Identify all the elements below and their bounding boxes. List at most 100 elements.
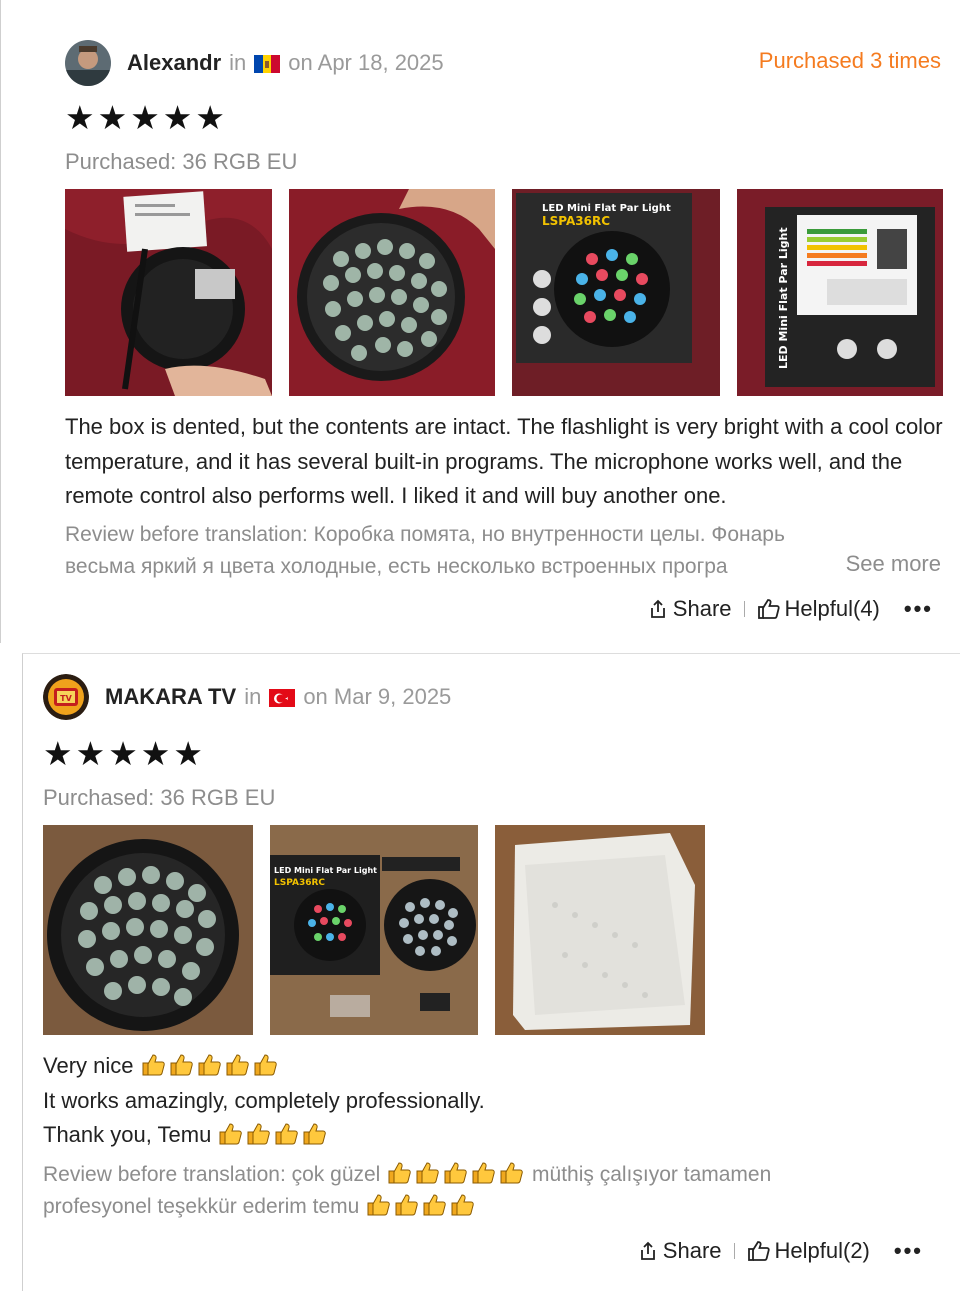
thumbs-up-emoji: [275, 1123, 299, 1145]
purchased-times: Purchased 3 times: [758, 48, 941, 73]
original-line-text: profesyonel teşekkür ederim temu: [43, 1194, 360, 1218]
review-photo[interactable]: [289, 189, 495, 396]
purchased-variant: Purchased: 36 RGB EU: [43, 785, 276, 810]
thumbs-up-emoji: [472, 1162, 495, 1184]
thumbs-up-emoji: [254, 1054, 277, 1076]
review-line-text: Very nice: [43, 1053, 134, 1078]
review-text: The box is dented, but the contents are …: [65, 414, 943, 508]
original-line-text: Review before translation: çok güzel: [43, 1163, 381, 1186]
thumbs-up-emoji-group: [217, 1122, 329, 1147]
svg-text:LED Mini Flat Par Light: LED Mini Flat Par Light: [542, 203, 671, 214]
thumbs-up-emoji: [388, 1162, 411, 1184]
review-date: on Mar 9, 2025: [303, 684, 452, 709]
thumbs-up-emoji: [226, 1054, 249, 1076]
star-icon: ★: [173, 735, 203, 772]
review-card: TV MAKARA TV in on Mar 9, 2025 ★ ★ ★ ★ ★…: [22, 653, 960, 1291]
svg-text:TV: TV: [60, 694, 72, 703]
star-rating: ★ ★ ★ ★ ★: [43, 737, 203, 770]
review-photos: LED Mini Flat Par Light LSPA36RC: [43, 825, 705, 1035]
star-icon: ★: [75, 735, 106, 772]
review-photos: LED Mini Flat Par Light LSPA36RC: [65, 189, 943, 396]
original-line: profesyonel teşekkür ederim temu: [43, 1191, 923, 1223]
review-line: It works amazingly, completely professio…: [43, 1087, 485, 1113]
share-icon: [650, 599, 665, 618]
review-text: Very nice It works amazingly, completely…: [43, 1049, 923, 1153]
more-icon[interactable]: •••: [894, 1238, 923, 1264]
see-more-link[interactable]: See more: [823, 551, 941, 577]
thumbs-up-emoji: [451, 1193, 474, 1215]
turkey-flag-icon: [269, 688, 296, 707]
helpful-button[interactable]: Helpful(2): [747, 1238, 870, 1264]
star-icon: ★: [108, 735, 138, 772]
star-icon: ★: [162, 99, 193, 136]
purchased-variant: Purchased: 36 RGB EU: [65, 149, 298, 174]
thumbs-up-emoji: [367, 1193, 390, 1215]
star-rating: ★ ★ ★ ★ ★: [65, 101, 225, 134]
reviewer-name[interactable]: MAKARA TV: [105, 684, 236, 710]
share-icon: [640, 1241, 655, 1260]
review-photo[interactable]: LED Mini Flat Par Light: [737, 189, 943, 396]
thumbs-up-emoji: [500, 1162, 523, 1184]
thumbs-up-emoji: [142, 1054, 165, 1076]
thumbs-up-emoji: [444, 1162, 467, 1184]
star-icon: ★: [195, 99, 225, 136]
share-button[interactable]: Share: [647, 596, 732, 622]
star-icon: ★: [130, 99, 160, 136]
thumbs-up-emoji: [395, 1193, 418, 1215]
review-line: Thank you, Temu: [43, 1118, 923, 1153]
divider: [0, 643, 960, 653]
star-icon: ★: [43, 735, 73, 772]
reviewer-name[interactable]: Alexandr: [127, 50, 221, 76]
star-icon: ★: [65, 99, 95, 136]
svg-text:LED Mini Flat Par Light: LED Mini Flat Par Light: [777, 227, 790, 369]
thumbs-up-emoji-group: [386, 1162, 526, 1186]
share-label: Share: [662, 1238, 722, 1263]
original-review-text: Review before translation: Коробка помят…: [65, 519, 945, 582]
in-label: in: [229, 50, 247, 75]
divider: [743, 601, 745, 617]
avatar[interactable]: [65, 40, 111, 86]
divider: [733, 1243, 735, 1259]
thumbs-up-emoji: [198, 1054, 221, 1076]
review-date: on Apr 18, 2025: [288, 50, 444, 75]
review-photo[interactable]: [495, 825, 705, 1035]
review-line: Very nice: [43, 1049, 923, 1084]
thumbs-up-emoji-group: [365, 1193, 477, 1218]
svg-text:LSPA36RC: LSPA36RC: [542, 214, 610, 228]
moldova-flag-icon: [254, 54, 281, 73]
original-line: весьма яркий я цвета холодные, есть неск…: [65, 554, 728, 578]
review-actions: Share Helpful(2) •••: [637, 1238, 923, 1264]
helpful-label: Helpful(4): [784, 596, 880, 621]
thumbs-up-emoji: [247, 1123, 271, 1145]
thumbs-up-emoji: [416, 1162, 439, 1184]
review-photo[interactable]: LED Mini Flat Par Light LSPA36RC: [270, 825, 478, 1035]
original-line-text: müthiş çalışıyor tamamen: [532, 1163, 772, 1186]
thumbs-up-emoji: [423, 1193, 446, 1215]
star-icon: ★: [97, 99, 128, 136]
review-header: TV MAKARA TV in on Mar 9, 2025: [43, 674, 451, 720]
star-icon: ★: [140, 735, 171, 772]
share-button[interactable]: Share: [637, 1238, 722, 1264]
thumbs-up-emoji: [303, 1123, 327, 1145]
thumbs-up-emoji: [170, 1054, 193, 1076]
original-line: Review before translation: Коробка помят…: [65, 523, 785, 546]
helpful-label: Helpful(2): [774, 1238, 870, 1263]
thumbs-up-emoji-group: [140, 1053, 280, 1078]
thumbs-up-emoji: [219, 1123, 243, 1145]
original-review-text: Review before translation: çok güzel müt…: [43, 1159, 923, 1222]
helpful-button[interactable]: Helpful(4): [757, 596, 880, 622]
review-actions: Share Helpful(4) •••: [647, 596, 933, 622]
review-card: Alexandr in on Apr 18, 2025 Purchased 3 …: [0, 0, 960, 643]
review-photo[interactable]: [65, 189, 272, 396]
review-photo[interactable]: LED Mini Flat Par Light LSPA36RC: [512, 189, 720, 396]
more-icon[interactable]: •••: [904, 596, 933, 622]
share-label: Share: [672, 596, 732, 621]
original-line: Review before translation: çok güzel müt…: [43, 1159, 923, 1191]
review-photo[interactable]: [43, 825, 253, 1035]
review-line-text: Thank you, Temu: [43, 1122, 212, 1147]
avatar[interactable]: TV: [43, 674, 89, 720]
svg-text:LSPA36RC: LSPA36RC: [274, 878, 325, 888]
thumbs-up-icon: [757, 599, 780, 619]
in-label: in: [244, 684, 262, 709]
thumbs-up-icon: [747, 1241, 770, 1261]
